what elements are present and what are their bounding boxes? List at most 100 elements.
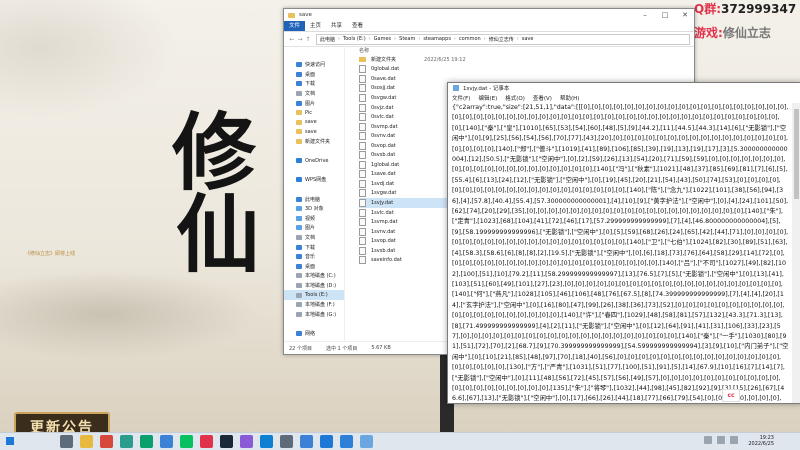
nav-item[interactable]: OneDrive xyxy=(284,156,344,166)
nav-item[interactable]: 视频 xyxy=(284,214,344,224)
nav-item-label: 音乐 xyxy=(305,254,316,261)
notepad-menu-item[interactable]: 帮助(H) xyxy=(560,94,579,102)
file-name: 0svgw.dat xyxy=(371,94,397,101)
nav-item[interactable]: Tools (E:) xyxy=(284,290,344,300)
nav-item[interactable]: 桌面 xyxy=(284,261,344,271)
taskbar-explorer-icon[interactable] xyxy=(80,435,93,448)
explorer-titlebar[interactable]: save – □ ✕ xyxy=(284,9,694,21)
nav-item[interactable]: 本地磁盘 (F:) xyxy=(284,300,344,310)
taskbar-video-icon[interactable] xyxy=(200,435,213,448)
breadcrumb-separator-icon: › xyxy=(338,36,341,42)
minimize-icon[interactable]: – xyxy=(636,9,654,21)
file-row[interactable]: 0global.dat xyxy=(359,65,694,75)
nav-item[interactable]: 图片 xyxy=(284,98,344,108)
breadcrumb-item[interactable]: Steam xyxy=(399,36,415,42)
ribbon-tab[interactable]: 主页 xyxy=(305,21,326,31)
nav-item[interactable]: 文档 xyxy=(284,233,344,243)
breadcrumb-item[interactable]: save xyxy=(522,36,534,42)
breadcrumb-item[interactable]: Tools (E:) xyxy=(343,36,366,42)
nav-item-label: 图片 xyxy=(305,225,316,232)
nav-item xyxy=(284,185,344,195)
qq-label: Q群: xyxy=(694,2,722,16)
file-icon xyxy=(359,227,366,236)
nav-item-icon xyxy=(296,282,302,288)
taskbar-browser-icon[interactable] xyxy=(100,435,113,448)
navigation-pane: 快速访问 桌面 下载 文档 图片 Pic save save 新建文件夹 OneDrive WPS网… xyxy=(284,46,345,342)
taskbar-store-icon[interactable] xyxy=(300,435,313,448)
input-method-icon[interactable] xyxy=(730,436,738,444)
back-icon[interactable]: ← xyxy=(288,36,296,43)
taskbar-edge-icon[interactable] xyxy=(260,435,273,448)
nav-item[interactable]: WPS网盘 xyxy=(284,175,344,185)
notepad-menu-item[interactable]: 编辑(E) xyxy=(478,94,497,102)
path-input[interactable]: 此电脑 › Tools (E:) › Games › Steam › steamapps › com… xyxy=(316,33,690,45)
taskbar-game-icon[interactable] xyxy=(240,435,253,448)
clock[interactable]: 19:23 2022/6/25 xyxy=(748,435,774,447)
game-name-overlay: 游戏:修仙立志 xyxy=(694,24,771,41)
vertical-scrollbar[interactable] xyxy=(792,103,800,403)
notepad-text-area[interactable]: {"c2array":true,"size":[21,51,1],"data":… xyxy=(452,103,789,401)
nav-item[interactable]: 下载 xyxy=(284,79,344,89)
taskbar-file-icon[interactable] xyxy=(160,435,173,448)
column-header-name[interactable]: 名称 xyxy=(359,46,694,55)
notepad-window[interactable]: 1svjy.dat - 记事本 文件(F) 编辑(E) 格式(O) 查看(V) 帮助(H… xyxy=(447,82,800,404)
notepad-menu-item[interactable]: 查看(V) xyxy=(533,94,552,102)
nav-item[interactable]: 音乐 xyxy=(284,252,344,262)
nav-item[interactable]: 3D 对象 xyxy=(284,204,344,214)
nav-item[interactable]: 文档 xyxy=(284,89,344,99)
network-icon[interactable] xyxy=(704,436,712,444)
nav-item-icon xyxy=(296,139,302,145)
breadcrumb-item[interactable]: 修仙立志传 xyxy=(489,36,514,43)
taskbar-chat-icon[interactable] xyxy=(140,435,153,448)
breadcrumb-item[interactable]: Games xyxy=(374,36,392,42)
file-name: 1svsb.dat xyxy=(371,247,396,254)
maximize-icon[interactable]: □ xyxy=(656,9,674,21)
nav-item[interactable]: 本地磁盘 (D:) xyxy=(284,281,344,291)
notepad-menu-item[interactable]: 文件(F) xyxy=(452,94,470,102)
nav-item[interactable]: 网络 xyxy=(284,329,344,339)
nav-item[interactable]: 本地磁盘 (G:) xyxy=(284,309,344,319)
ribbon-tab[interactable]: 共享 xyxy=(326,21,347,31)
taskbar-search-icon[interactable] xyxy=(60,435,73,448)
up-icon[interactable]: ↑ xyxy=(304,36,312,43)
nav-item[interactable]: save xyxy=(284,118,344,128)
nav-item-label: OneDrive xyxy=(305,157,329,164)
nav-item[interactable]: 新建文件夹 xyxy=(284,137,344,147)
nav-item[interactable]: save xyxy=(284,127,344,137)
scrollbar-thumb[interactable] xyxy=(794,109,799,199)
notepad-titlebar[interactable]: 1svjy.dat - 记事本 xyxy=(448,83,800,93)
file-row[interactable]: 新建文件夹 2022/6/25 19:12 xyxy=(359,55,694,65)
nav-item[interactable]: 此电脑 xyxy=(284,194,344,204)
nav-item-label: Pic xyxy=(305,109,313,116)
nav-item-icon xyxy=(296,330,302,336)
file-icon xyxy=(359,93,366,102)
ribbon-tab[interactable]: 文件 xyxy=(284,21,306,31)
nav-item[interactable]: 图片 xyxy=(284,223,344,233)
breadcrumb-item[interactable]: 此电脑 xyxy=(320,36,335,43)
nav-item[interactable]: 本地磁盘 (C:) xyxy=(284,271,344,281)
nav-item-icon xyxy=(296,196,302,202)
close-icon[interactable]: ✕ xyxy=(676,9,694,21)
nav-item[interactable]: 快速访问 xyxy=(284,60,344,70)
breadcrumb-separator-icon: › xyxy=(483,36,486,42)
breadcrumb-item[interactable]: steamapps xyxy=(423,36,451,42)
windows-start-icon[interactable] xyxy=(6,437,14,445)
notepad-menu-item[interactable]: 格式(O) xyxy=(505,94,525,102)
volume-icon[interactable] xyxy=(717,436,725,444)
nav-item[interactable]: 桌面 xyxy=(284,70,344,80)
nav-item[interactable]: Pic xyxy=(284,108,344,118)
folder-icon xyxy=(288,12,295,18)
taskbar-steam-icon[interactable] xyxy=(220,435,233,448)
taskbar-notepad-icon[interactable] xyxy=(360,435,373,448)
nav-item[interactable]: 下载 xyxy=(284,242,344,252)
ribbon-tab[interactable]: 查看 xyxy=(347,21,368,31)
file-icon xyxy=(359,246,366,255)
taskbar-settings-icon[interactable] xyxy=(280,435,293,448)
breadcrumb-item[interactable]: common xyxy=(459,36,481,42)
taskbar-media-icon[interactable] xyxy=(120,435,133,448)
taskbar-photos-icon[interactable] xyxy=(340,435,353,448)
taskbar-mail-icon[interactable] xyxy=(320,435,333,448)
taskbar-wechat-icon[interactable] xyxy=(180,435,193,448)
nav-item-icon xyxy=(296,215,302,221)
forward-icon[interactable]: → xyxy=(296,36,304,43)
